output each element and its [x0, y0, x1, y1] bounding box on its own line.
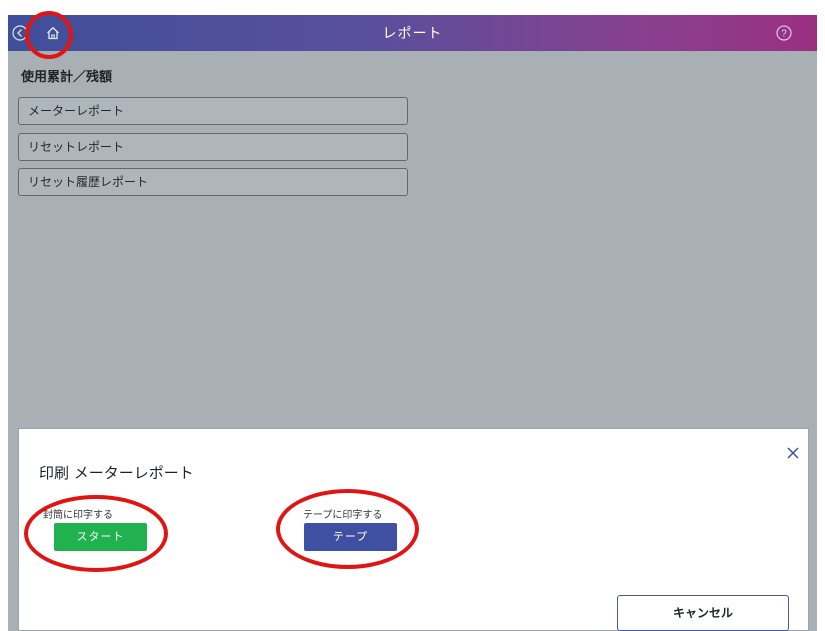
app-screen: レポート ? 使用累計／残額 メーターレポート リセットレポート リセット履歴レ… — [8, 15, 817, 631]
section-title: 使用累計／残額 — [21, 70, 113, 85]
report-item-meter[interactable]: メーターレポート — [18, 97, 408, 125]
header-bar: レポート ? — [8, 15, 817, 51]
tape-caption: テープに印字する — [303, 510, 383, 521]
start-button[interactable]: スタート — [54, 523, 147, 551]
report-item-reset-history[interactable]: リセット履歴レポート — [18, 168, 408, 196]
report-item-reset[interactable]: リセットレポート — [18, 133, 408, 161]
close-icon[interactable] — [786, 445, 800, 459]
cancel-button[interactable]: キャンセル — [617, 595, 789, 631]
envelope-caption: 封筒に印字する — [43, 510, 113, 521]
help-circle-icon[interactable]: ? — [775, 24, 793, 42]
report-item-label: メーターレポート — [28, 104, 125, 118]
report-item-label: リセット履歴レポート — [28, 175, 149, 189]
page-title: レポート — [382, 26, 443, 42]
report-item-label: リセットレポート — [28, 140, 125, 154]
print-dialog: 印刷 メーターレポート 封筒に印字する スタート テープに印字する テープ キャ… — [18, 428, 809, 631]
tape-button[interactable]: テープ — [304, 523, 397, 551]
svg-text:?: ? — [781, 29, 787, 40]
dialog-title: 印刷 メーターレポート — [39, 464, 194, 482]
